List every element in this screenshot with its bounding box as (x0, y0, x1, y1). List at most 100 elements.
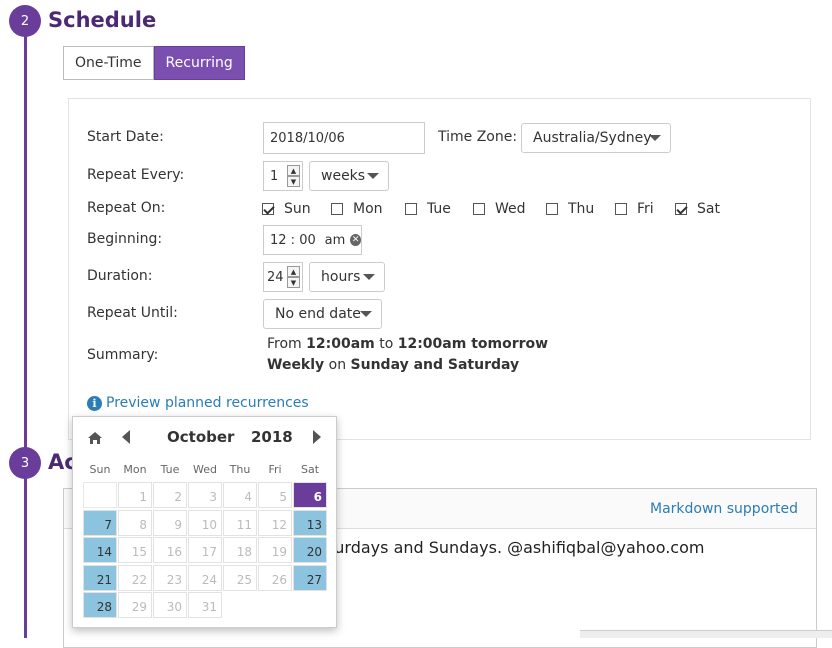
day-checkbox-mon[interactable]: Mon (331, 201, 383, 217)
stepper-down-icon[interactable]: ▼ (287, 176, 300, 187)
stepper-arrows[interactable]: ▲ ▼ (287, 165, 300, 187)
summary-line-2: Weekly on Sunday and Saturday (267, 357, 519, 373)
summary-frequency: Weekly (267, 357, 325, 373)
calendar-day[interactable]: 28 (83, 592, 117, 618)
weekday-header: Mon (123, 463, 147, 476)
recurring-button[interactable]: Recurring (153, 46, 245, 80)
checkbox-checked-icon[interactable] (675, 203, 687, 215)
time-ampm[interactable]: am (325, 233, 346, 248)
home-icon[interactable] (87, 431, 103, 445)
calendar-day[interactable]: 1 (118, 482, 152, 508)
next-month-icon[interactable] (313, 430, 321, 444)
calendar-day[interactable]: 30 (153, 592, 187, 618)
summary-days: Sunday and Saturday (350, 357, 520, 373)
timezone-select[interactable]: Australia/Sydney (521, 123, 671, 153)
calendar-day[interactable]: 21 (83, 564, 117, 591)
day-checkbox-wed[interactable]: Wed (473, 201, 526, 217)
repeat-every-value: 1 (270, 168, 279, 184)
step-connector-line (24, 478, 27, 638)
repeat-on-label: Repeat On: (87, 200, 166, 216)
calendar-day[interactable]: 3 (188, 482, 222, 508)
summary-label: Summary: (87, 347, 159, 363)
calendar-day[interactable]: 27 (293, 564, 327, 591)
repeat-unit-select[interactable]: weeks (309, 161, 389, 191)
checkbox-icon[interactable] (331, 203, 343, 215)
repeat-every-stepper[interactable]: 1 ▲ ▼ (263, 161, 303, 191)
day-checkbox-thu[interactable]: Thu (546, 201, 594, 217)
day-checkbox-tue[interactable]: Tue (405, 201, 451, 217)
calendar-day[interactable]: 24 (188, 564, 222, 591)
calendar-year[interactable]: 2018 (251, 428, 293, 446)
duration-unit-select[interactable]: hours (309, 262, 385, 292)
repeat-every-label: Repeat Every: (87, 167, 185, 183)
start-date-input[interactable]: 2018/10/06 (263, 122, 425, 154)
day-checkbox-sun[interactable]: Sun (262, 201, 311, 217)
preview-link-text[interactable]: Preview planned recurrences (106, 395, 309, 411)
checkbox-icon[interactable] (405, 203, 417, 215)
checkbox-checked-icon[interactable] (262, 203, 274, 215)
calendar-day[interactable]: 25 (223, 564, 257, 591)
clear-icon[interactable]: ✕ (350, 234, 361, 246)
stepper-up-icon[interactable]: ▲ (287, 266, 300, 277)
calendar-day[interactable]: 8 (118, 509, 152, 536)
one-time-button[interactable]: One-Time (63, 46, 154, 80)
day-label: Sun (284, 201, 311, 217)
calendar-day[interactable]: 18 (223, 537, 257, 563)
calendar-day[interactable]: 7 (83, 509, 117, 536)
calendar-day[interactable]: 6 (293, 482, 327, 508)
checkbox-icon[interactable] (615, 203, 627, 215)
editor-content[interactable]: turdays and Sundays. @ashifiqbal@yahoo.c… (328, 538, 704, 557)
calendar-day[interactable]: 26 (258, 564, 292, 591)
calendar-day[interactable]: 11 (223, 509, 257, 536)
summary-line-1: From 12:00am to 12:00am tomorrow (267, 336, 548, 352)
day-label: Thu (568, 201, 595, 217)
preview-recurrences-link[interactable]: i Preview planned recurrences (87, 395, 309, 411)
calendar-day[interactable]: 17 (188, 537, 222, 563)
step-number-badge: 3 (9, 447, 41, 479)
day-checkbox-fri[interactable]: Fri (615, 201, 654, 217)
calendar-day[interactable]: 13 (293, 509, 327, 536)
chevron-down-icon (363, 274, 375, 280)
calendar-day[interactable]: 16 (153, 537, 187, 563)
time-minute[interactable]: 00 (299, 233, 316, 248)
calendar-day[interactable]: 23 (153, 564, 187, 591)
stepper-up-icon[interactable]: ▲ (287, 165, 300, 176)
day-label: Sat (697, 201, 720, 217)
calendar-month[interactable]: October (167, 428, 234, 446)
calendar-day[interactable]: 10 (188, 509, 222, 536)
weekday-header: Sun (89, 463, 111, 476)
prev-month-icon[interactable] (122, 430, 130, 444)
repeat-until-select[interactable]: No end date (263, 299, 382, 329)
date-picker-popup: October 2018 Sun Mon Tue Wed Thu Fri Sat 12345… (72, 416, 337, 628)
stepper-arrows[interactable]: ▲ ▼ (287, 266, 300, 288)
duration-label: Duration: (87, 268, 153, 284)
summary-text: to (379, 336, 394, 352)
day-label: Mon (353, 201, 383, 217)
summary-text: From (267, 336, 302, 352)
step-connector-line (24, 34, 27, 454)
calendar-day[interactable]: 2 (153, 482, 187, 508)
calendar-day[interactable]: 20 (293, 537, 327, 563)
schedule-form-panel (68, 98, 811, 440)
calendar-day[interactable]: 5 (258, 482, 292, 508)
calendar-day[interactable]: 9 (153, 509, 187, 536)
calendar-day[interactable]: 22 (118, 564, 152, 591)
stepper-down-icon[interactable]: ▼ (287, 277, 300, 288)
calendar-day[interactable]: 4 (223, 482, 257, 508)
checkbox-icon[interactable] (546, 203, 558, 215)
time-hour[interactable]: 12 (270, 233, 287, 248)
duration-stepper[interactable]: 24 ▲ ▼ (263, 262, 303, 292)
summary-text: on (328, 357, 347, 373)
checkbox-icon[interactable] (473, 203, 485, 215)
calendar-day[interactable]: 12 (258, 509, 292, 536)
weekday-header: Wed (193, 463, 217, 476)
calendar-day[interactable]: 19 (258, 537, 292, 563)
beginning-time-input[interactable]: 12 : 00 am ✕ (263, 225, 362, 255)
day-checkbox-sat[interactable]: Sat (675, 201, 720, 217)
summary-start-time: 12:00am (306, 336, 375, 352)
calendar-day[interactable]: 14 (83, 537, 117, 563)
calendar-day[interactable]: 15 (118, 537, 152, 563)
calendar-day[interactable]: 31 (188, 592, 222, 618)
calendar-day[interactable]: 29 (118, 592, 152, 618)
markdown-supported-link[interactable]: Markdown supported (650, 501, 798, 517)
